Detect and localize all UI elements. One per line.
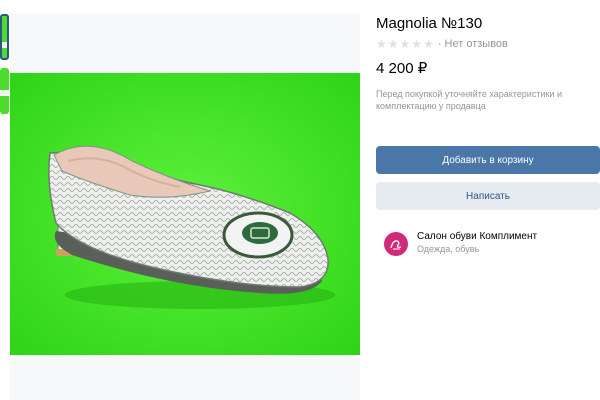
seller-logo-icon[interactable] — [384, 232, 408, 256]
rating-row: ★ ★ ★ ★ ★ · Нет отзывов — [376, 37, 508, 51]
write-message-button[interactable]: Написать — [376, 182, 600, 210]
thumbnail-1[interactable] — [0, 14, 9, 60]
add-to-cart-button[interactable]: Добавить в корзину — [376, 146, 600, 174]
star-icon: ★ — [387, 37, 399, 51]
product-price: 4 200 ₽ — [376, 60, 428, 77]
seller-name[interactable]: Салон обуви Комплимент — [417, 231, 537, 242]
product-photo[interactable] — [10, 73, 360, 355]
star-icon: ★ — [411, 37, 423, 51]
thumbnail-shoe-shape — [0, 90, 9, 96]
product-title: Magnolia №130 — [376, 15, 483, 32]
reviews-link[interactable]: · Нет отзывов — [438, 38, 508, 50]
star-icon: ★ — [423, 37, 434, 51]
seller-card[interactable]: Салон обуви Комплимент Одежда, обувь — [384, 230, 600, 258]
purchase-note: Перед покупкой уточняйте характеристики … — [376, 89, 562, 111]
shoe-illustration — [10, 73, 360, 355]
star-icon: ★ — [399, 37, 411, 51]
seller-category: Одежда, обувь — [417, 244, 480, 254]
thumbnail-shoe-shape — [2, 42, 7, 48]
star-icon: ★ — [376, 37, 387, 51]
thumbnail-2[interactable] — [0, 68, 9, 114]
